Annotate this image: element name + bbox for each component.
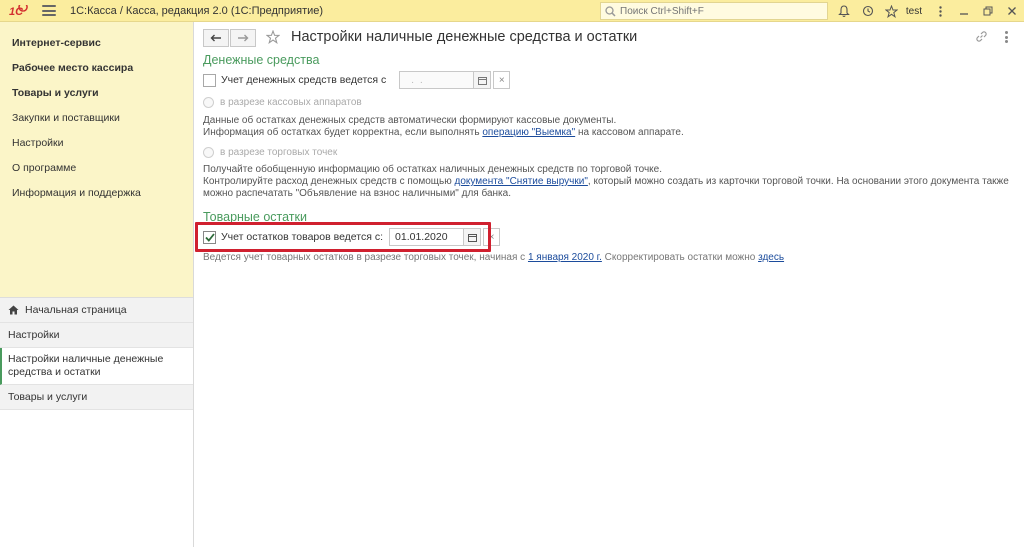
points-info-line-3: можно распечатать "Объявление на взнос н… [203,188,511,199]
start-date-link[interactable]: 1 января 2020 г. [528,252,602,263]
cash-clear-button[interactable]: × [493,71,511,89]
highlight-frame [195,222,491,252]
open-window-label: Настройки наличные денежные средства и о… [8,353,164,378]
user-name[interactable]: test [906,6,922,17]
open-window-cash-settings[interactable]: Настройки наличные денежные средства и о… [0,348,193,385]
sidebar-item-goods-services[interactable]: Товары и услуги [0,86,193,111]
search-icon [605,5,616,17]
back-arrow-icon [210,34,221,42]
open-window-settings[interactable]: Настройки [0,323,193,348]
bell-icon[interactable] [832,0,856,22]
radio-row-points: в разрезе торговых точек [203,147,337,158]
points-info-text-end: , который можно создать из карточки торг… [587,176,1009,187]
devices-info-line-1: Данные об остатках денежных средств авто… [203,115,617,126]
forward-arrow-icon [238,34,249,42]
open-window-home[interactable]: Начальная страница [0,298,193,323]
1c-logo-icon: 1С [8,4,32,18]
revenue-withdrawal-link[interactable]: документа "Снятие выручки" [454,176,587,187]
radio-row-devices: в разрезе кассовых аппаратов [203,97,362,108]
sidebar-item-about[interactable]: О программе [0,161,193,186]
radio-devices[interactable] [203,97,214,108]
cash-calendar-button[interactable] [474,71,492,89]
sidebar-item-settings[interactable]: Настройки [0,136,193,161]
app-title: 1С:Касса / Касса, редакция 2.0 (1С:Предп… [70,4,324,17]
clear-icon: × [498,74,505,86]
points-info-text: Контролируйте расход денежных средств с … [203,176,455,187]
page-title: Настройки наличные денежные средства и о… [291,29,638,45]
close-icon[interactable] [1000,0,1024,22]
open-window-label: Начальная страница [25,304,127,316]
operation-withdrawal-link[interactable]: операцию "Выемка" [482,127,575,138]
more-icon[interactable] [999,29,1013,45]
history-icon[interactable] [856,0,880,22]
points-info-line-2: Контролируйте расход денежных средств с … [203,176,1009,188]
search-box[interactable] [600,2,828,20]
sidebar-item-internet-service[interactable]: Интернет-сервис [0,36,193,61]
calendar-icon [477,76,487,85]
points-info-line-1: Получайте обобщенную информацию об остат… [203,164,663,175]
devices-info-text: Информация об остатках будет корректна, … [203,127,483,138]
user-menu-icon[interactable] [928,0,952,22]
cash-accounting-checkbox[interactable] [203,73,216,87]
main-content: Настройки наличные денежные средства и о… [195,22,1024,547]
devices-info-text-end: на кассовом аппарате. [575,127,684,138]
back-button[interactable] [203,29,229,47]
goods-info-text: Ведется учет товарных остатков в разрезе… [203,252,528,263]
sidebar-item-purchases[interactable]: Закупки и поставщики [0,111,193,136]
cash-accounting-row: Учет денежных средств ведется с × [203,71,511,89]
cash-accounting-label: Учет денежных средств ведется с [221,74,387,86]
cash-section-title: Денежные средства [203,53,320,67]
radio-points-label: в разрезе торговых точек [220,147,338,158]
search-input[interactable] [620,5,820,17]
favorite-star-icon[interactable] [265,28,281,46]
minimize-icon[interactable] [952,0,976,22]
restore-icon[interactable] [976,0,1000,22]
open-windows-panel: Начальная страница Настройки Настройки н… [0,297,193,410]
cash-date-field[interactable] [399,71,475,89]
radio-points[interactable] [203,147,214,158]
goods-info: Ведется учет товарных остатков в разрезе… [203,252,784,264]
forward-button[interactable] [230,29,256,47]
star-icon[interactable] [880,0,904,22]
open-window-label: Товары и услуги [8,391,88,403]
sections-panel: Интернет-сервис Рабочее место кассира То… [0,22,193,297]
correct-balances-link[interactable]: здесь [758,252,784,263]
sidebar: Интернет-сервис Рабочее место кассира То… [0,22,194,547]
devices-info-line-2: Информация об остатках будет корректна, … [203,127,684,139]
title-bar: 1С 1С:Касса / Касса, редакция 2.0 (1С:Пр… [0,0,1024,22]
link-icon[interactable] [975,30,989,44]
open-window-label: Настройки [8,329,60,341]
home-icon [8,305,19,315]
menu-icon[interactable] [42,5,56,16]
open-window-goods[interactable]: Товары и услуги [0,385,193,410]
radio-devices-label: в разрезе кассовых аппаратов [220,97,362,108]
sidebar-item-cashier-workplace[interactable]: Рабочее место кассира [0,61,193,86]
sidebar-item-support[interactable]: Информация и поддержка [0,186,193,211]
goods-info-text-mid: Скорректировать остатки можно [601,252,759,263]
